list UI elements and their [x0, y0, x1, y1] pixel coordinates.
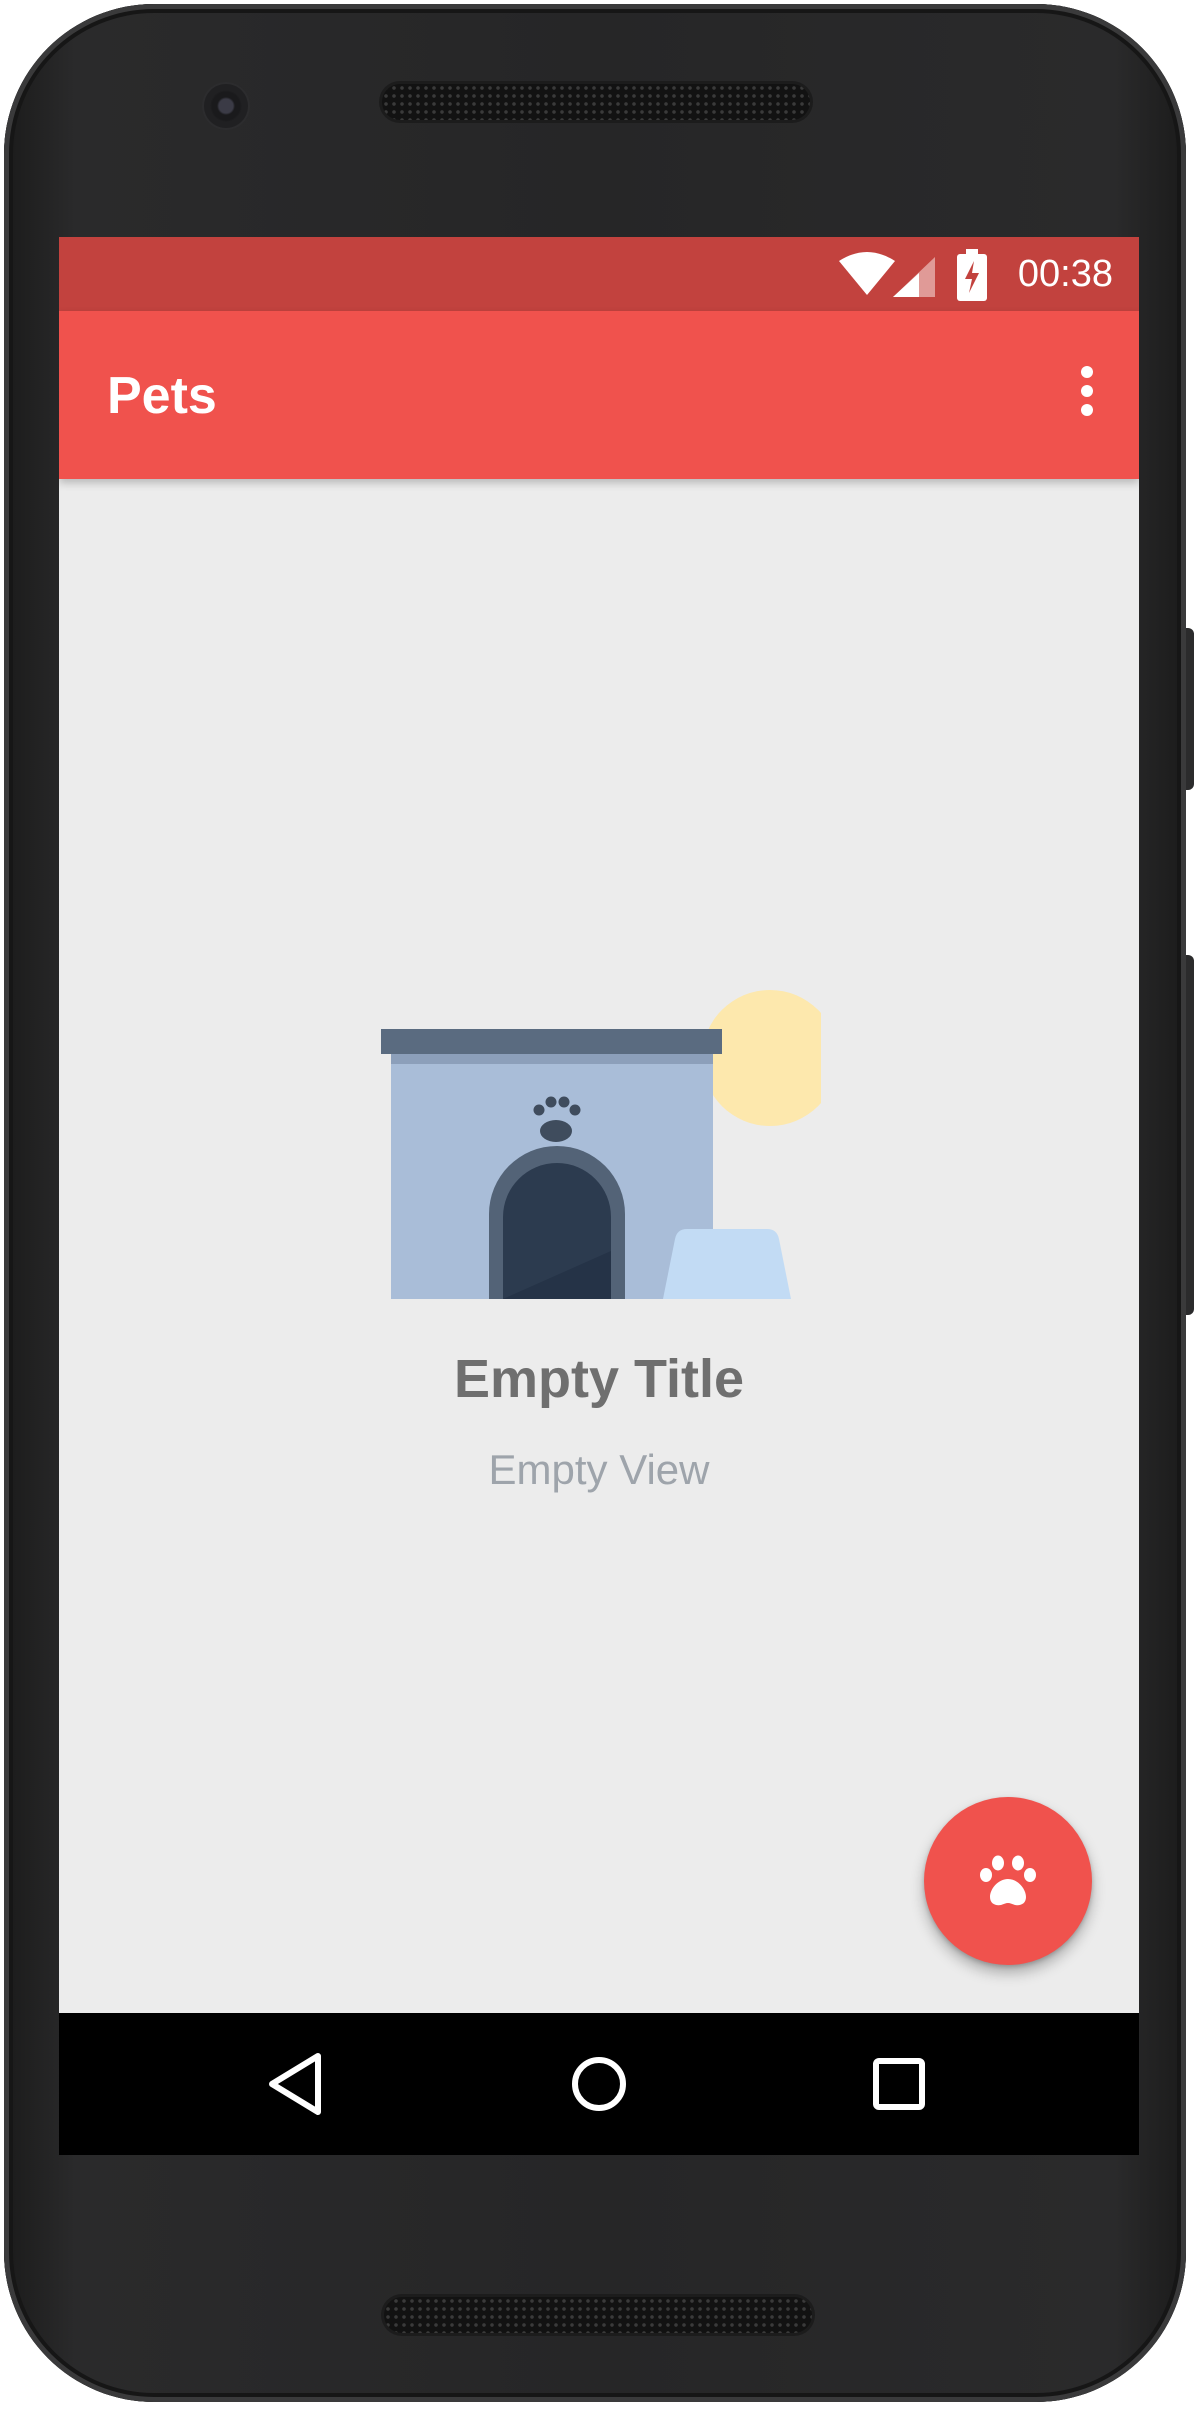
navigation-bar: [59, 2013, 1139, 2155]
dog-house-illustration: [381, 990, 821, 1299]
house-roof: [381, 1029, 722, 1054]
battery-charging-icon: [957, 249, 987, 301]
home-icon[interactable]: [559, 2044, 639, 2124]
front-camera: [204, 84, 248, 128]
phone-frame: 00:38 Pets Empty Title Empty View: [4, 4, 1186, 2402]
top-speaker: [382, 84, 810, 120]
status-clock: 00:38: [1017, 253, 1113, 295]
wifi-icon: [839, 252, 895, 295]
bottom-speaker: [384, 2297, 812, 2333]
app-title: Pets: [107, 367, 217, 425]
cell-signal-icon: [893, 257, 935, 297]
app-bar: Pets: [59, 311, 1139, 479]
food-bowl: [663, 1229, 791, 1299]
paw-icon: [980, 1855, 1036, 1906]
recents-icon[interactable]: [859, 2044, 939, 2124]
status-bar: 00:38: [59, 237, 1139, 311]
sun-illustration: [702, 990, 821, 1126]
add-pet-fab[interactable]: [924, 1797, 1092, 1965]
power-button: [1186, 628, 1194, 790]
house-eave: [391, 1054, 713, 1064]
volume-rocker: [1186, 955, 1194, 1315]
screen: 00:38 Pets Empty Title Empty View: [59, 237, 1139, 2155]
back-icon[interactable]: [256, 2044, 336, 2124]
empty-subtitle: Empty View: [488, 1446, 710, 1493]
empty-title: Empty Title: [453, 1349, 745, 1409]
more-vert-icon[interactable]: [1075, 366, 1099, 422]
